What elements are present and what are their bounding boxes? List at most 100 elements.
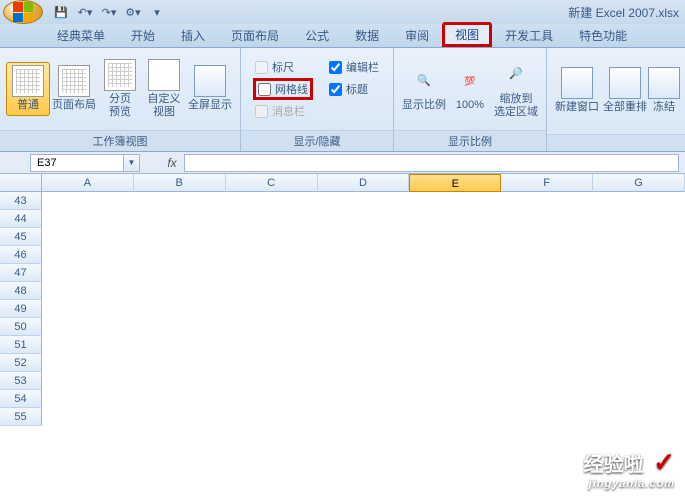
row-cells[interactable]: [42, 246, 685, 264]
headings-checkbox[interactable]: 标题: [329, 81, 379, 97]
col-header[interactable]: A: [42, 174, 134, 192]
row-cells[interactable]: [42, 264, 685, 282]
row-cells[interactable]: [42, 282, 685, 300]
qat-dropdown-icon[interactable]: ▾: [147, 3, 167, 21]
name-box-dropdown[interactable]: ▼: [124, 154, 140, 172]
row-header[interactable]: 54: [0, 390, 42, 408]
name-box-value: E37: [37, 157, 57, 169]
row-cells[interactable]: [42, 300, 685, 318]
row-header[interactable]: 53: [0, 372, 42, 390]
qat-custom-icon[interactable]: ⚙▾: [123, 3, 143, 21]
row-header[interactable]: 48: [0, 282, 42, 300]
messagebar-label: 消息栏: [272, 103, 305, 119]
zoom-100-label: 100%: [456, 99, 484, 112]
col-header[interactable]: B: [134, 174, 226, 192]
table-row: 45: [0, 228, 685, 246]
new-window-icon: [561, 67, 593, 99]
row-header[interactable]: 43: [0, 192, 42, 210]
row-header[interactable]: 44: [0, 210, 42, 228]
select-all-corner[interactable]: [0, 174, 42, 192]
table-row: 44: [0, 210, 685, 228]
table-row: 52: [0, 354, 685, 372]
zoom-icon: 🔍: [408, 65, 440, 97]
row-header[interactable]: 45: [0, 228, 42, 246]
row-cells[interactable]: [42, 210, 685, 228]
col-header[interactable]: G: [593, 174, 685, 192]
save-icon[interactable]: 💾: [51, 3, 71, 21]
tab-special[interactable]: 特色功能: [566, 23, 640, 47]
office-button[interactable]: [3, 0, 43, 24]
table-row: 54: [0, 390, 685, 408]
ruler-label: 标尺: [272, 59, 294, 75]
arrange-all-button[interactable]: 全部重排: [601, 65, 649, 116]
normal-view-icon: [12, 65, 44, 97]
tab-developer[interactable]: 开发工具: [492, 23, 566, 47]
undo-icon[interactable]: ↶▾: [75, 3, 95, 21]
freeze-panes-button[interactable]: 冻结: [649, 65, 679, 116]
fx-icon[interactable]: fx: [160, 156, 184, 170]
window-title: 新建 Excel 2007.xlsx: [167, 4, 685, 21]
table-row: 48: [0, 282, 685, 300]
tab-view[interactable]: 视图: [442, 22, 492, 47]
tab-page-layout[interactable]: 页面布局: [218, 23, 292, 47]
col-header-selected[interactable]: E: [409, 174, 501, 192]
row-header[interactable]: 55: [0, 408, 42, 426]
tab-data[interactable]: 数据: [342, 23, 392, 47]
row-cells[interactable]: [42, 336, 685, 354]
formulabar-checkbox[interactable]: 编辑栏: [329, 59, 379, 75]
redo-icon[interactable]: ↷▾: [99, 3, 119, 21]
freeze-panes-icon: [648, 67, 680, 99]
zoom-selection-button[interactable]: 🔎 缩放到 选定区域: [492, 57, 540, 121]
table-row: 43: [0, 192, 685, 210]
table-row: 53: [0, 372, 685, 390]
row-header[interactable]: 51: [0, 336, 42, 354]
name-box[interactable]: E37: [30, 154, 124, 172]
zoom-100-button[interactable]: 💯 100%: [448, 63, 492, 114]
headings-label: 标题: [346, 81, 368, 97]
row-cells[interactable]: [42, 408, 685, 426]
normal-view-label: 普通: [17, 99, 39, 112]
arrange-all-icon: [609, 67, 641, 99]
page-layout-icon: [58, 65, 90, 97]
row-cells[interactable]: [42, 390, 685, 408]
tab-insert[interactable]: 插入: [168, 23, 218, 47]
col-header[interactable]: D: [318, 174, 410, 192]
freeze-panes-label: 冻结: [653, 101, 675, 114]
page-break-button[interactable]: 分页 预览: [98, 57, 142, 121]
group-zoom: 🔍 显示比例 💯 100% 🔎 缩放到 选定区域 显示比例: [394, 48, 547, 151]
gridlines-checkbox[interactable]: 网格线: [258, 81, 308, 97]
headings-check-input[interactable]: [329, 83, 342, 96]
col-header[interactable]: F: [501, 174, 593, 192]
formula-input[interactable]: [184, 154, 679, 172]
gridlines-check-input[interactable]: [258, 83, 271, 96]
ruler-checkbox[interactable]: 标尺: [255, 59, 311, 75]
tab-review[interactable]: 审阅: [392, 23, 442, 47]
row-cells[interactable]: [42, 318, 685, 336]
row-header[interactable]: 52: [0, 354, 42, 372]
row-header[interactable]: 49: [0, 300, 42, 318]
zoom-100-icon: 💯: [454, 65, 486, 97]
zoom-button[interactable]: 🔍 显示比例: [400, 63, 448, 114]
tab-formula[interactable]: 公式: [292, 23, 342, 47]
row-cells[interactable]: [42, 372, 685, 390]
table-row: 47: [0, 264, 685, 282]
page-break-label: 分页 预览: [109, 93, 131, 119]
row-header[interactable]: 46: [0, 246, 42, 264]
formulabar-check-input[interactable]: [329, 61, 342, 74]
tab-home[interactable]: 开始: [118, 23, 168, 47]
col-header[interactable]: C: [226, 174, 318, 192]
new-window-button[interactable]: 新建窗口: [553, 65, 601, 116]
messagebar-checkbox[interactable]: 消息栏: [255, 103, 311, 119]
new-window-label: 新建窗口: [555, 101, 599, 114]
normal-view-button[interactable]: 普通: [6, 62, 50, 115]
fullscreen-button[interactable]: 全屏显示: [186, 63, 234, 114]
tab-classic-menu[interactable]: 经典菜单: [44, 23, 118, 47]
page-layout-button[interactable]: 页面布局: [50, 63, 98, 114]
row-cells[interactable]: [42, 192, 685, 210]
row-cells[interactable]: [42, 354, 685, 372]
custom-views-button[interactable]: 自定义 视图: [142, 57, 186, 121]
row-cells[interactable]: [42, 228, 685, 246]
row-header[interactable]: 47: [0, 264, 42, 282]
row-header[interactable]: 50: [0, 318, 42, 336]
table-row: 55: [0, 408, 685, 426]
